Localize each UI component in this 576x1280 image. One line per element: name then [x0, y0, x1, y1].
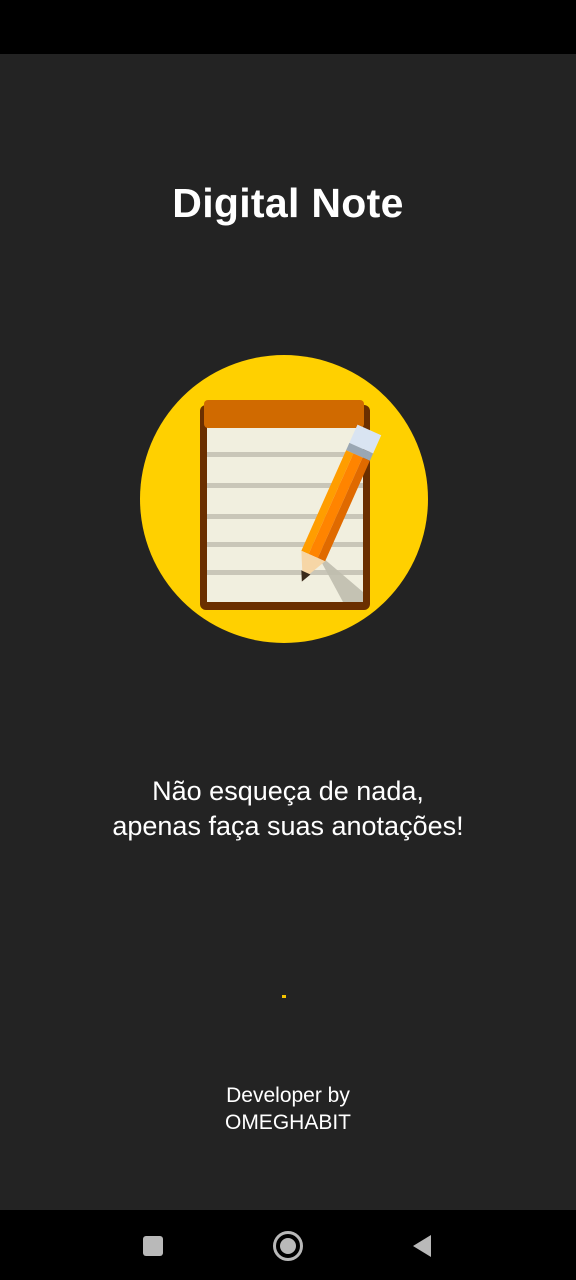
- recents-button[interactable]: [131, 1224, 175, 1268]
- splash-screen: Digital Note Não esqueça de nada, apenas…: [0, 0, 576, 1280]
- circle-home-icon: [273, 1231, 303, 1261]
- tagline-line-2: apenas faça suas anotações!: [112, 811, 464, 841]
- developer-credit: Developer by OMEGHABIT: [0, 1082, 576, 1136]
- loading-indicator: [282, 995, 286, 998]
- home-button[interactable]: [266, 1224, 310, 1268]
- status-bar: [0, 0, 576, 54]
- navigation-bar: [0, 1210, 576, 1280]
- tagline: Não esqueça de nada, apenas faça suas an…: [0, 774, 576, 844]
- triangle-back-icon: [413, 1235, 431, 1257]
- back-button[interactable]: [400, 1224, 444, 1268]
- developer-label: Developer by: [226, 1084, 350, 1107]
- tagline-line-1: Não esqueça de nada,: [152, 776, 424, 806]
- square-recents-icon: [143, 1236, 163, 1256]
- developer-name: OMEGHABIT: [224, 1111, 351, 1134]
- app-title: Digital Note: [172, 180, 404, 226]
- notepad-pencil-icon: [140, 355, 428, 643]
